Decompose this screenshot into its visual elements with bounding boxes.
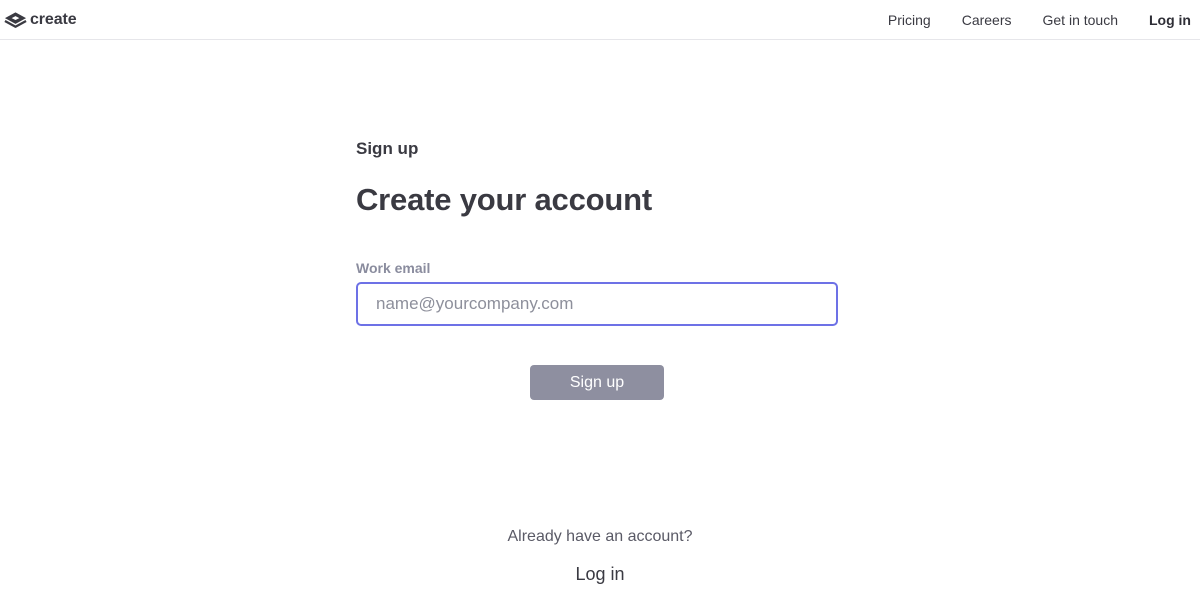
brand-name: create: [30, 10, 77, 28]
nav-link-pricing[interactable]: Pricing: [888, 12, 931, 28]
email-field[interactable]: [356, 282, 838, 326]
page-title: Create your account: [356, 182, 652, 217]
brand-logo-link[interactable]: create: [4, 0, 77, 40]
nav-link-log-in[interactable]: Log in: [1149, 12, 1191, 28]
email-field-label: Work email: [356, 260, 431, 276]
nav-link-careers[interactable]: Careers: [962, 12, 1012, 28]
top-navigation-bar: create Pricing Careers Get in touch Log …: [0, 0, 1200, 40]
create-logo-icon: [4, 11, 27, 29]
form-eyebrow: Sign up: [356, 139, 419, 158]
nav-link-get-in-touch[interactable]: Get in touch: [1043, 12, 1119, 28]
main-nav: Pricing Careers Get in touch Log in: [857, 0, 1191, 40]
already-have-account-text: Already have an account?: [507, 528, 693, 545]
signup-button[interactable]: Sign up: [530, 365, 664, 400]
log-in-link[interactable]: Log in: [0, 564, 1200, 585]
